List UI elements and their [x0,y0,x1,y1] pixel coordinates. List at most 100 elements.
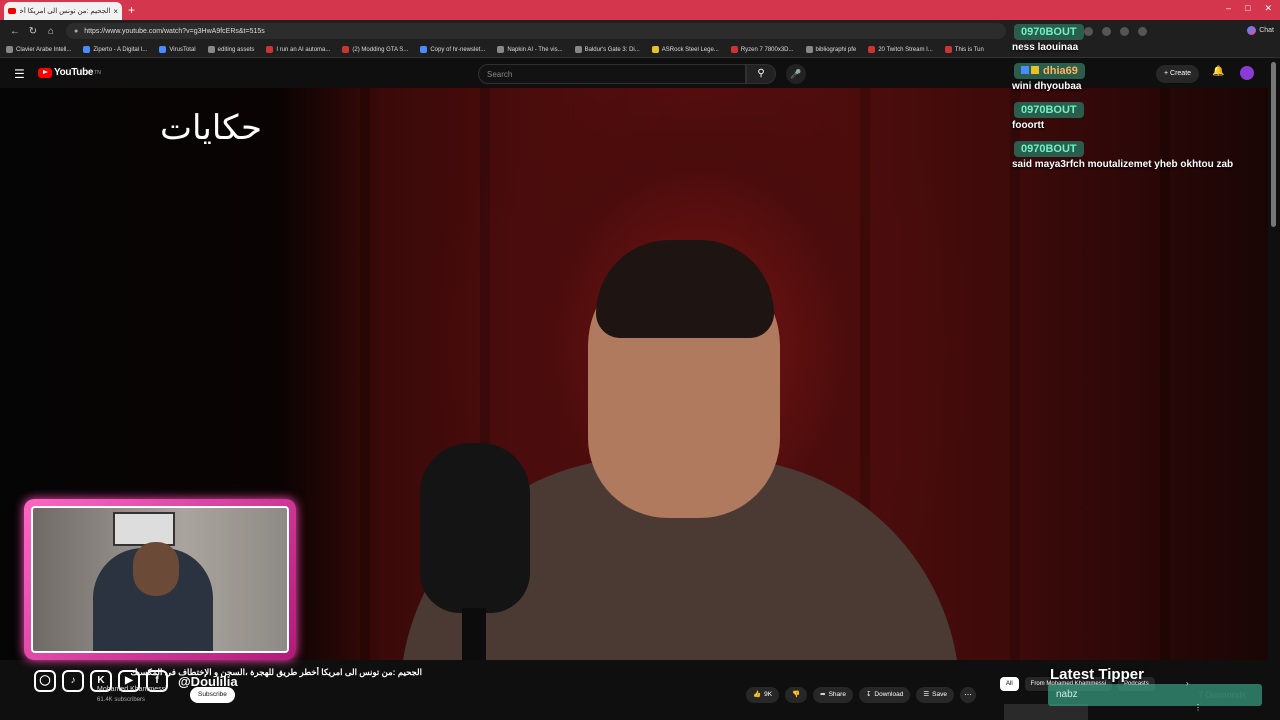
maximize-icon[interactable]: □ [1245,3,1250,14]
chat-text: wini dhyoubaa [1012,81,1082,92]
browser-tab-youtube[interactable]: الجحيم :من تونس الى امريكا أخطر طر × [4,2,122,20]
chat-username: 0970BOUT [1014,141,1084,157]
bookmark-favicon-icon [420,46,428,53]
download-button[interactable]: ↧ Download [858,687,911,703]
more-actions-icon[interactable]: ⋯ [959,687,976,703]
youtube-play-icon [38,67,52,78]
bookmark-item[interactable]: (2) Modding GTA S... [342,46,408,53]
microphone-stand [462,608,486,660]
bookmark-item[interactable]: I run an AI automa... [266,46,330,53]
recommended-video-thumbnail[interactable] [1004,704,1088,720]
bookmark-favicon-icon [574,46,582,53]
tiktok-icon: ♪ [62,670,84,692]
bookmark-favicon-icon [497,46,505,53]
dislike-button[interactable]: 👎 [785,687,808,703]
window-controls: – □ ✕ [1226,3,1272,14]
channel-name[interactable]: Mohamed Khammessi [97,686,167,693]
bookmark-item[interactable]: VirusTotal [159,46,196,53]
chat-message: 0970BOUT ness laouinaa [1008,22,1278,53]
bookmark-item[interactable]: Napkin AI - The vis... [497,46,563,53]
folder-icon [207,46,215,53]
subscribe-button[interactable]: Subscribe [190,687,235,703]
browser-tab-bar: الجحيم :من تونس الى امريكا أخطر طر × + –… [0,0,1280,20]
latest-tipper-title: Latest Tipper [1050,666,1144,683]
back-icon[interactable]: ← [6,26,24,37]
channel-watermark-logo: حكايات [160,108,262,148]
search-button[interactable]: ⚲ [746,64,776,84]
webcam-feed [31,506,289,653]
address-bar[interactable]: ● https://www.youtube.com/watch?v=g3HwA9… [66,23,1006,39]
new-tab-button[interactable]: + [128,3,135,17]
stream-chat-overlay: 0970BOUT ness laouinaa dhia69 wini dhyou… [1008,22,1278,178]
bookmark-item[interactable]: 20 Twitch Stream I... [868,46,933,53]
save-button[interactable]: ☰ Save [916,687,954,703]
webcam-frame [24,499,296,660]
tipper-name: nabz [1056,689,1078,700]
bookmark-folder[interactable]: bibliographi pfe [805,46,856,53]
bookmark-favicon-icon [83,46,91,53]
chat-text: said maya3rfch moutalizemet yheb okhtou … [1012,159,1234,170]
bookmark-item[interactable]: ASRock Steel Lege... [651,46,719,53]
close-window-icon[interactable]: ✕ [1264,3,1272,14]
folder-icon [805,46,813,53]
bookmark-favicon-icon [342,46,350,53]
chat-message: 0970BOUT said maya3rfch moutalizemet yhe… [1008,139,1278,170]
bookmark-folder[interactable]: editing assets [207,46,254,53]
close-tab-icon[interactable]: × [113,7,118,16]
share-button[interactable]: ➦ Share [813,687,853,703]
bookmark-item[interactable]: Copy of hr-newslet... [420,46,485,53]
tab-title: الجحيم :من تونس الى امريكا أخطر طر [20,8,111,15]
share-icon: ➦ [820,691,826,698]
screen: الجحيم :من تونس الى امريكا أخطر طر × + –… [0,0,1280,720]
speaker-hair [596,240,774,338]
chat-message: 0970BOUT fooortt [1008,100,1278,131]
chat-username: dhia69 [1043,65,1078,77]
bookmark-favicon-icon [159,46,167,53]
bookmark-item[interactable]: Ryzen 7 7800x3D... [730,46,794,53]
chat-username: 0970BOUT [1014,24,1084,40]
bookmark-item[interactable]: This is Tun [944,46,984,53]
subscriber-count: 61.4K subscribers [97,697,146,703]
search-input[interactable]: Search [478,64,746,84]
tipper-amount: 7 Diamonds [1198,690,1247,700]
bookmark-favicon-icon [730,46,738,53]
youtube-favicon-icon [8,8,16,14]
share-label: Share [828,691,846,698]
bookmark-favicon-icon [266,46,274,53]
microphone-icon: 🎤 [790,69,802,79]
bookmark-item[interactable]: Baldur's Gate 3: Di... [574,46,640,53]
home-icon[interactable]: ⌂ [42,26,60,37]
reload-icon[interactable]: ↻ [24,26,42,37]
thumbs-down-icon: 👎 [792,691,801,698]
youtube-wordmark: YouTube [54,67,94,78]
voice-search-button[interactable]: 🎤 [786,64,806,84]
thumbs-up-icon: 👍 [753,691,762,698]
bookmark-favicon-icon [651,46,659,53]
chat-text: fooortt [1012,120,1045,131]
youtube-logo[interactable]: YouTube TN [38,67,101,78]
bookmark-item[interactable]: Clavier Arabe Intell... [6,46,71,53]
country-code: TN [94,69,101,76]
url-text: https://www.youtube.com/watch?v=g3HwA9fc… [84,27,265,35]
site-info-icon[interactable]: ● [74,28,78,35]
streamer-face [133,542,179,596]
minimize-icon[interactable]: – [1226,3,1231,14]
chat-username-badge: dhia69 [1014,63,1085,79]
bookmark-favicon-icon [868,46,876,53]
wall-picture [113,512,175,546]
save-icon: ☰ [923,691,930,698]
download-label: Download [874,691,904,698]
menu-icon[interactable]: ☰ [14,67,25,81]
chat-message: dhia69 wini dhyoubaa [1008,61,1278,92]
studio-microphone [420,443,530,613]
instagram-icon: ◯ [34,670,56,692]
more-options-icon[interactable]: ⋮ [1194,703,1202,712]
like-button[interactable]: 👍 9K [746,687,780,703]
search-icon: ⚲ [757,68,765,79]
like-count: 9K [764,691,773,698]
chip-all[interactable]: All [1000,677,1019,691]
chat-text: ness laouinaa [1012,42,1079,53]
bookmark-item[interactable]: Ziperto - A Digital I... [83,46,147,53]
crown-icon [1031,66,1039,74]
bookmark-favicon-icon [6,46,13,53]
